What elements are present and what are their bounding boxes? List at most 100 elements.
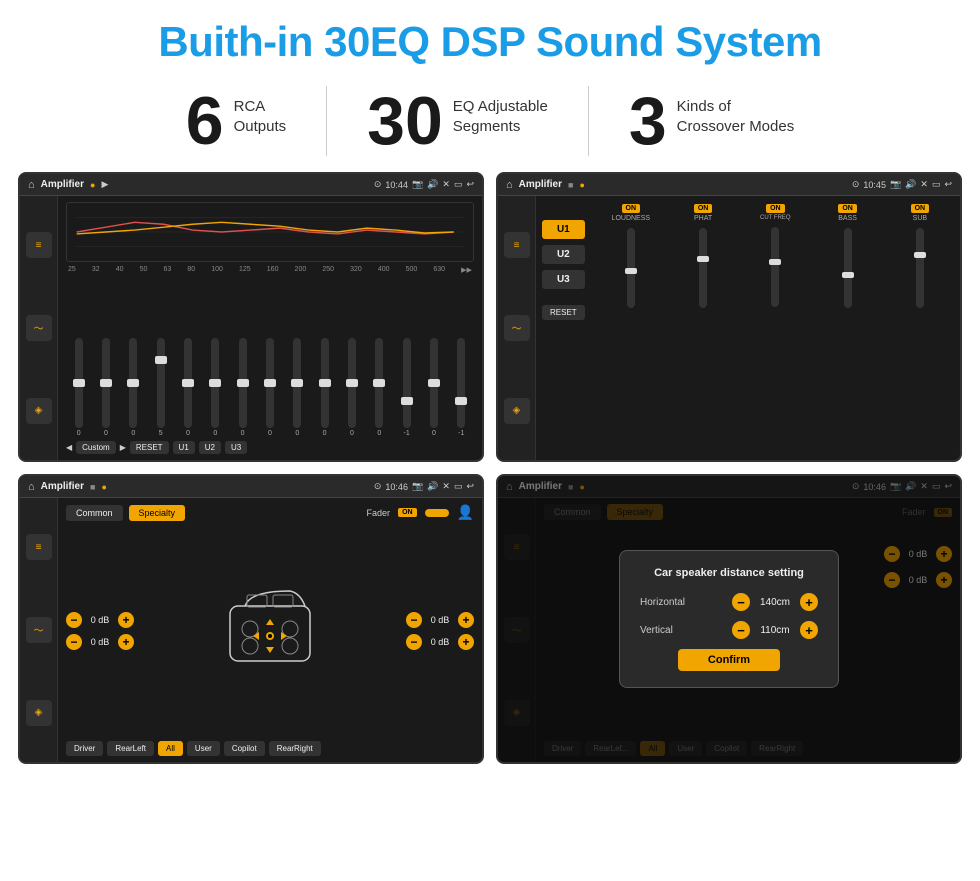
eq-sidebar-btn-1[interactable]: ≡ (26, 232, 52, 258)
screen3-title: Amplifier (41, 481, 84, 492)
eq-slider-14[interactable]: -1 (449, 338, 474, 437)
eq-slider-7[interactable]: 0 (257, 338, 282, 437)
left-db-controls: − 0 dB + − 0 dB + (66, 612, 134, 650)
fader-slider[interactable] (425, 509, 449, 517)
btn-rearright[interactable]: RearRight (269, 741, 321, 756)
eq-slider-1[interactable]: 0 (93, 338, 118, 437)
dialog-vertical-plus[interactable]: + (800, 621, 818, 639)
db-row-rl: − 0 dB + (66, 634, 134, 650)
loudness-slider[interactable] (627, 228, 635, 308)
home-icon-1[interactable]: ⌂ (28, 179, 35, 191)
eq-slider-6[interactable]: 0 (230, 338, 255, 437)
close-icon-3[interactable]: ✕ (442, 481, 450, 492)
u1-preset[interactable]: U1 (173, 441, 195, 454)
ch-loudness: ON LOUDNESS (597, 204, 665, 456)
minimize-icon-3[interactable]: ▭ (454, 481, 463, 492)
eq-slider-10[interactable]: 0 (339, 338, 364, 437)
btn-driver[interactable]: Driver (66, 741, 103, 756)
play-preset[interactable]: ▶ (120, 443, 126, 452)
amp-sidebar-btn-3[interactable]: ◈ (504, 398, 530, 424)
back-icon-2[interactable]: ↩ (944, 179, 952, 190)
confirm-button[interactable]: Confirm (678, 649, 780, 671)
eq-sidebar-btn-3[interactable]: ◈ (26, 398, 52, 424)
reset-btn-amp[interactable]: RESET (542, 305, 585, 320)
volume-icon-2[interactable]: 🔊 (905, 179, 916, 190)
db-plus-rr[interactable]: + (458, 634, 474, 650)
eq-sidebar: ≡ 〜 ◈ (20, 196, 58, 460)
amp-sidebar-btn-1[interactable]: ≡ (504, 232, 530, 258)
dialog-vertical-minus[interactable]: − (732, 621, 750, 639)
screen3-time: 10:46 (385, 482, 408, 492)
eq-slider-8[interactable]: 0 (285, 338, 310, 437)
db-val-fr: 0 dB (426, 615, 454, 625)
cs-sidebar-btn-3[interactable]: ◈ (26, 700, 52, 726)
bass-slider[interactable] (844, 228, 852, 308)
on-badge-phat: ON (694, 204, 713, 213)
dialog-horizontal-label: Horizontal (640, 597, 685, 608)
tab-specialty[interactable]: Specialty (129, 505, 186, 521)
btn-user[interactable]: User (187, 741, 220, 756)
btn-all[interactable]: All (158, 741, 183, 756)
db-minus-fl[interactable]: − (66, 612, 82, 628)
dialog-horizontal-minus[interactable]: − (732, 593, 750, 611)
eq-slider-12[interactable]: -1 (394, 338, 419, 437)
eq-slider-13[interactable]: 0 (421, 338, 446, 437)
eq-slider-5[interactable]: 0 (203, 338, 228, 437)
db-minus-fr[interactable]: − (406, 612, 422, 628)
eq-slider-11[interactable]: 0 (367, 338, 392, 437)
db-plus-rl[interactable]: + (118, 634, 134, 650)
eq-slider-2[interactable]: 0 (121, 338, 146, 437)
dialog-vertical-controls: − 110cm + (732, 621, 818, 639)
u2-btn[interactable]: U2 (542, 245, 585, 264)
eq-slider-0[interactable]: 0 (66, 338, 91, 437)
tab-common[interactable]: Common (66, 505, 123, 521)
close-icon-1[interactable]: ✕ (442, 179, 450, 190)
u2-preset[interactable]: U2 (199, 441, 221, 454)
u1-btn[interactable]: U1 (542, 220, 585, 239)
eq-slider-3[interactable]: 5 (148, 338, 173, 437)
sub-slider[interactable] (916, 228, 924, 308)
home-icon-3[interactable]: ⌂ (28, 481, 35, 493)
home-icon-2[interactable]: ⌂ (506, 179, 513, 191)
volume-icon-1[interactable]: 🔊 (427, 179, 438, 190)
prev-icon[interactable]: ◀ (66, 443, 72, 452)
db-minus-rl[interactable]: − (66, 634, 82, 650)
close-icon-2[interactable]: ✕ (920, 179, 928, 190)
btn-copilot[interactable]: Copilot (224, 741, 265, 756)
eq-chart (66, 202, 474, 262)
eq-slider-9[interactable]: 0 (312, 338, 337, 437)
back-icon-1[interactable]: ↩ (466, 179, 474, 190)
back-icon-3[interactable]: ↩ (466, 481, 474, 492)
reset-preset[interactable]: RESET (130, 441, 169, 454)
screen3-time-area: ⊙ 10:46 📷 🔊 ✕ ▭ ↩ (374, 481, 474, 492)
u3-btn[interactable]: U3 (542, 270, 585, 289)
minimize-icon-1[interactable]: ▭ (454, 179, 463, 190)
amp-sidebar-btn-2[interactable]: 〜 (504, 315, 530, 341)
minimize-icon-2[interactable]: ▭ (932, 179, 941, 190)
ch-label-bass: BASS (838, 215, 857, 222)
btn-rearleft[interactable]: RearLeft (107, 741, 154, 756)
phat-slider[interactable] (699, 228, 707, 308)
dot-icon-3: ■ (90, 482, 95, 492)
on-badge-bass: ON (838, 204, 857, 213)
cs-sidebar-btn-2[interactable]: 〜 (26, 617, 52, 643)
screen-common: ⌂ Amplifier ■ ● ⊙ 10:46 📷 🔊 ✕ ▭ ↩ ≡ 〜 ◈ (18, 474, 484, 764)
stat-label-eq: EQ AdjustableSegments (453, 87, 548, 136)
cutfreq-slider[interactable] (771, 227, 779, 307)
screens-grid: ⌂ Amplifier ● ▶ ⊙ 10:44 📷 🔊 ✕ ▭ ↩ ≡ 〜 ◈ (0, 172, 980, 774)
cs-sidebar-btn-1[interactable]: ≡ (26, 534, 52, 560)
eq-sidebar-btn-2[interactable]: 〜 (26, 315, 52, 341)
stat-number-30: 30 (367, 87, 443, 155)
volume-icon-3[interactable]: 🔊 (427, 481, 438, 492)
db-plus-fr[interactable]: + (458, 612, 474, 628)
db-plus-fl[interactable]: + (118, 612, 134, 628)
eq-slider-4[interactable]: 0 (175, 338, 200, 437)
db-minus-rr[interactable]: − (406, 634, 422, 650)
play-icon-1[interactable]: ▶ (101, 179, 108, 190)
db-val-rr: 0 dB (426, 637, 454, 647)
camera-icon-2: 📷 (890, 179, 901, 190)
u3-preset[interactable]: U3 (225, 441, 247, 454)
cs-tabs: Common Specialty (66, 505, 185, 521)
dialog-horizontal-value: 140cm (754, 597, 796, 608)
dialog-horizontal-plus[interactable]: + (800, 593, 818, 611)
